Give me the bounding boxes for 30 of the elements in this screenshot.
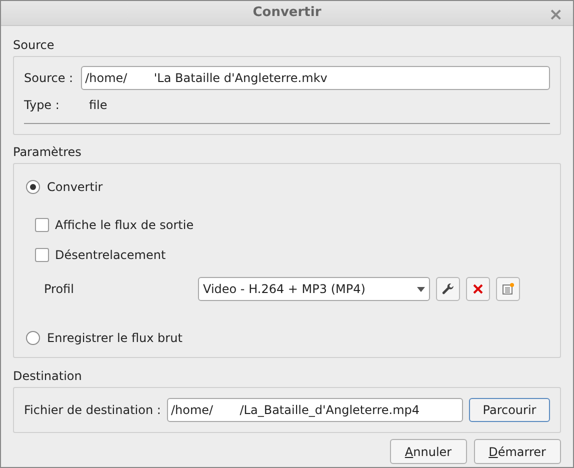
profile-dropdown[interactable]: Video - H.264 + MP3 (MP4) [198,277,430,301]
list-icon [502,283,514,295]
destination-field[interactable]: /home/ /La_Bataille_d'Angleterre.mp4 [166,398,463,422]
close-icon [473,284,483,294]
new-profile-button[interactable] [496,277,520,301]
destination-label: Fichier de destination : [24,402,161,419]
dropdown-arrow-icon [417,286,425,292]
checkbox-label: Désentrelacement [55,247,166,264]
dialog-button[interactable]: Démarrer [474,439,561,464]
radio-label: Enregistrer le flux brut [47,330,182,347]
profile-label: Profil [44,281,75,298]
section-heading: Source [13,37,56,54]
type-value: file [89,97,108,114]
edit-profile-button[interactable] [436,277,460,301]
window-title: Convertir [252,4,322,22]
section-heading: Paramètres [13,144,82,161]
source-field[interactable]: /home/ 'La Bataille d'Angleterre.mkv [81,66,550,90]
wrench-icon [442,283,454,295]
checkbox-label: Affiche le flux de sortie [55,217,194,234]
type-label: Type : [24,97,60,114]
radio-button[interactable] [26,180,40,194]
source-label: Source : [24,70,74,87]
section-heading: Destination [13,368,83,385]
delete-profile-button[interactable] [466,277,490,301]
browse-button[interactable]: Parcourir [469,398,550,422]
radio-label: Convertir [47,179,103,196]
checkbox[interactable] [35,218,49,232]
dialog-button[interactable]: Annuler [390,439,467,464]
radio-button[interactable] [26,331,40,345]
checkbox[interactable] [35,248,49,262]
